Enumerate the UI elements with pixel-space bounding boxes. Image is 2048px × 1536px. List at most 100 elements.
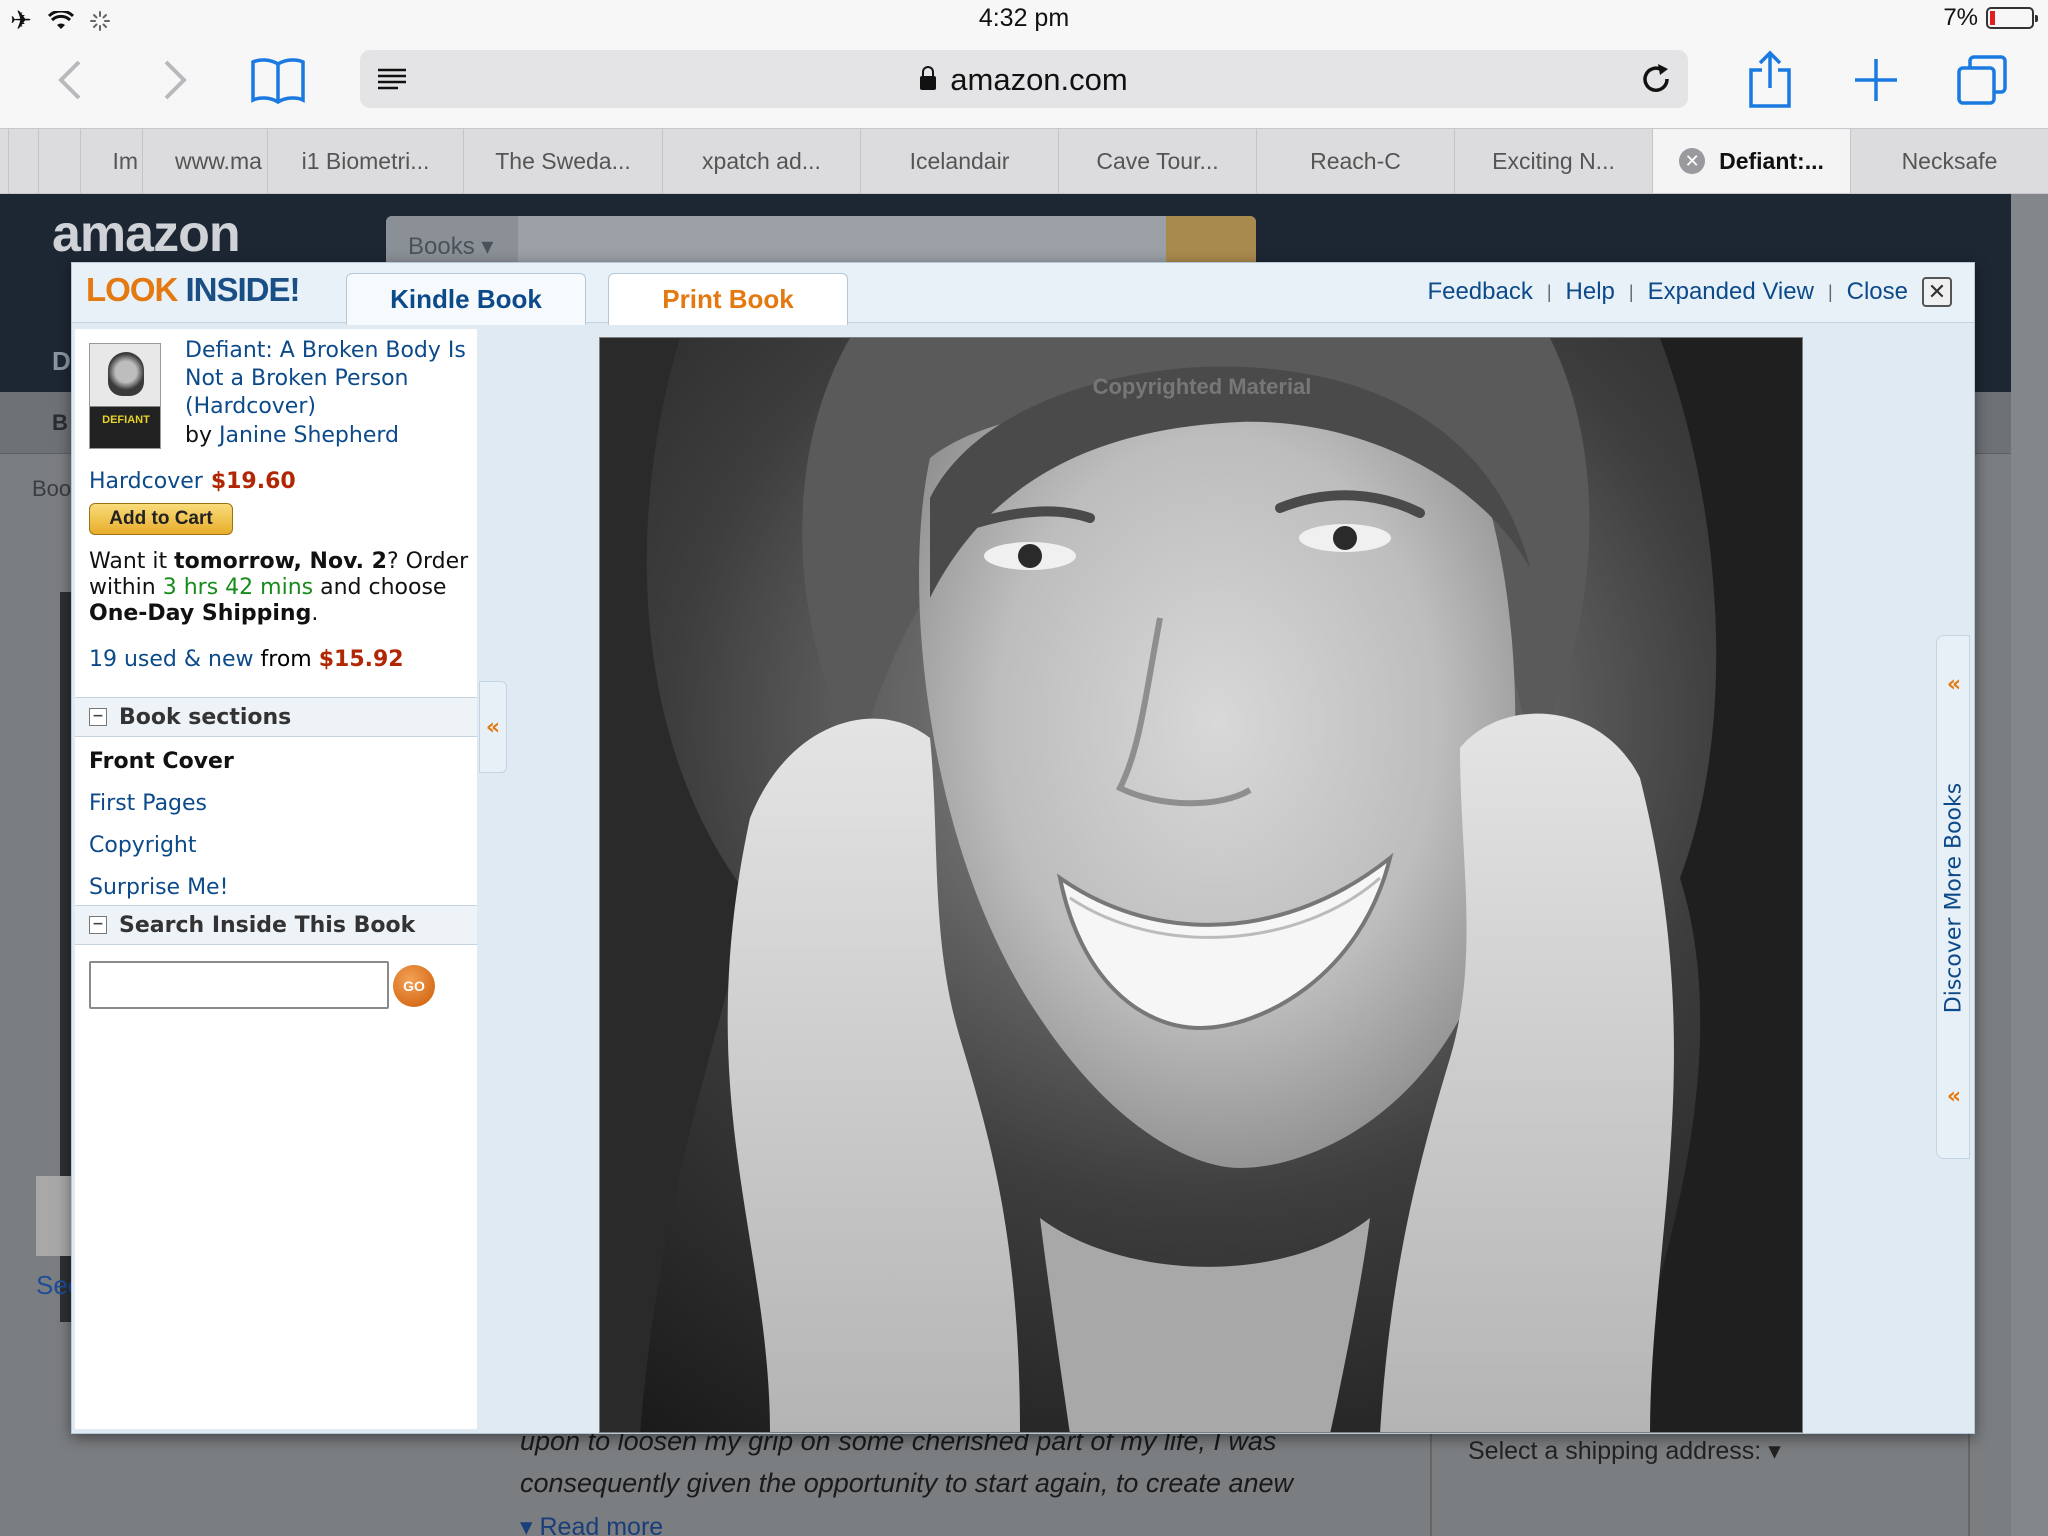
address-bar[interactable]: amazon.com — [360, 50, 1688, 108]
modal-header: LOOK INSIDE! Kindle Book Print Book Feed… — [72, 263, 1974, 325]
tab-label: Defiant:... — [1719, 147, 1824, 174]
tab-label: xpatch ad... — [702, 147, 821, 174]
battery-icon — [1986, 7, 2038, 29]
tabs-icon[interactable] — [1952, 50, 2012, 110]
delivery-shipping: One-Day Shipping — [89, 601, 312, 626]
tab-item[interactable]: Cave Tour... — [1058, 129, 1256, 193]
tab-item[interactable] — [38, 129, 80, 193]
help-link[interactable]: Help — [1566, 278, 1615, 306]
section-front-cover[interactable]: Front Cover — [89, 749, 234, 774]
logo-part: LOOK — [86, 271, 178, 308]
link-separator: | — [1628, 281, 1634, 302]
page-right-margin — [2011, 194, 2048, 1536]
tab-label: Icelandair — [909, 147, 1010, 174]
tab-item[interactable] — [8, 129, 38, 193]
chevron-left-icon[interactable]: « — [1937, 1084, 1971, 1109]
status-time: 4:32 pm — [978, 4, 1070, 32]
share-icon[interactable] — [1740, 48, 1800, 112]
tab-item[interactable]: Icelandair — [860, 129, 1058, 193]
description-line: consequently given the opportunity to st… — [520, 1468, 1293, 1498]
new-tab-icon[interactable] — [1846, 50, 1906, 110]
tab-item[interactable]: Im — [80, 129, 142, 193]
close-tab-icon[interactable]: ✕ — [1679, 148, 1706, 174]
collapse-sidebar-icon[interactable]: « — [479, 681, 507, 773]
tab-label: i1 Biometri... — [301, 147, 430, 174]
read-more-link: ▾ Read more — [520, 1512, 663, 1536]
chevron-left-icon[interactable]: « — [1937, 672, 1971, 697]
delivery-text: . — [311, 601, 319, 626]
close-icon[interactable]: ✕ — [1922, 277, 1952, 307]
search-inside-input[interactable] — [89, 961, 389, 1009]
add-to-cart-button[interactable]: Add to Cart — [89, 503, 233, 535]
collapse-minus-icon[interactable]: − — [89, 916, 107, 934]
price-line: Hardcover $19.60 — [89, 469, 296, 494]
look-inside-modal: LOOK INSIDE! Kindle Book Print Book Feed… — [71, 262, 1975, 1434]
tab-print-book[interactable]: Print Book — [608, 273, 848, 325]
battery-percent: 7% — [1943, 4, 1978, 31]
back-icon[interactable] — [50, 56, 90, 104]
tab-strip: Im www.ma i1 Biometri... The Sweda... xp… — [0, 128, 2048, 194]
book-title-link[interactable]: Defiant: A Broken Body Is Not a Broken P… — [185, 337, 475, 421]
url-display[interactable]: amazon.com — [360, 62, 1688, 98]
delivery-countdown: 3 hrs 42 mins — [162, 575, 314, 600]
status-battery: 7% — [1943, 4, 2038, 32]
amazon-logo: amazon — [52, 205, 241, 263]
search-inside-header[interactable]: − Search Inside This Book — [75, 905, 477, 945]
delivery-text: and choose — [313, 575, 447, 600]
forward-icon[interactable] — [155, 56, 195, 104]
modal-links: Feedback | Help | Expanded View | Close … — [1427, 277, 1952, 307]
lock-icon — [920, 66, 937, 90]
used-new-link[interactable]: 19 used & new — [89, 647, 254, 672]
used-price: $15.92 — [318, 647, 404, 672]
tab-label: Exciting N... — [1492, 147, 1615, 174]
section-copyright[interactable]: Copyright — [89, 833, 197, 858]
section-header-label: Search Inside This Book — [119, 912, 416, 938]
book-author-line: by Janine Shepherd — [185, 423, 399, 448]
tab-item[interactable]: www.ma — [142, 129, 267, 193]
tab-item[interactable]: Exciting N... — [1454, 129, 1652, 193]
read-more-label: Read more — [539, 1513, 664, 1536]
shipping-select: Select a shipping address: ▾ — [1468, 1437, 1781, 1465]
nav-fragment: D — [52, 346, 71, 376]
tab-item[interactable]: Necksafe — [1850, 129, 2048, 193]
discover-more-books-label: Discover More Books — [1941, 782, 1967, 1014]
feedback-link[interactable]: Feedback — [1427, 278, 1532, 306]
tab-item[interactable]: Reach-C — [1256, 129, 1454, 193]
logo-part: INSIDE! — [185, 271, 301, 308]
tab-label: Necksafe — [1901, 147, 1998, 174]
shipping-label: Select a shipping address: — [1468, 1437, 1762, 1465]
discover-more-books-tab[interactable]: « Discover More Books « — [1936, 635, 1970, 1159]
collapse-minus-icon[interactable]: − — [89, 708, 107, 726]
format-link[interactable]: Hardcover — [89, 469, 203, 494]
browser-toolbar: amazon.com — [0, 40, 2048, 128]
price: $19.60 — [210, 469, 296, 494]
delivery-info: Want it tomorrow, Nov. 2? Order within 3… — [89, 549, 473, 627]
book-info-sidebar: DEFIANT Defiant: A Broken Body Is Not a … — [75, 329, 477, 1429]
tab-item[interactable]: xpatch ad... — [662, 129, 860, 193]
tab-item-active[interactable]: ✕ Defiant:... — [1652, 129, 1850, 193]
section-surprise-me[interactable]: Surprise Me! — [89, 875, 228, 900]
link-separator: | — [1546, 281, 1552, 302]
tab-label: Im — [112, 147, 138, 174]
delivery-date: tomorrow, Nov. 2 — [174, 549, 387, 574]
by-prefix: by — [185, 423, 212, 448]
tab-label: The Sweda... — [495, 147, 631, 174]
tab-item[interactable]: i1 Biometri... — [267, 129, 463, 193]
search-department-label: Books — [408, 233, 475, 260]
go-button[interactable]: GO — [393, 965, 435, 1007]
section-first-pages[interactable]: First Pages — [89, 791, 207, 816]
page-viewer[interactable]: Copyrighted Material — [599, 337, 1803, 1433]
expanded-view-link[interactable]: Expanded View — [1648, 278, 1814, 306]
bookmarks-icon[interactable] — [248, 50, 308, 110]
book-sections-header[interactable]: − Book sections — [75, 697, 477, 737]
author-link[interactable]: Janine Shepherd — [219, 423, 399, 448]
url-text: amazon.com — [950, 62, 1128, 97]
book-cover-thumbnail[interactable]: DEFIANT — [89, 343, 161, 449]
close-link[interactable]: Close — [1847, 278, 1908, 306]
background-thumbnail — [36, 1176, 74, 1256]
breadcrumb-fragment: Boo — [32, 476, 72, 501]
copyright-watermark: Copyrighted Material — [1092, 374, 1312, 399]
reload-icon[interactable] — [1638, 61, 1674, 97]
tab-kindle-book[interactable]: Kindle Book — [346, 273, 586, 325]
tab-item[interactable]: The Sweda... — [463, 129, 662, 193]
